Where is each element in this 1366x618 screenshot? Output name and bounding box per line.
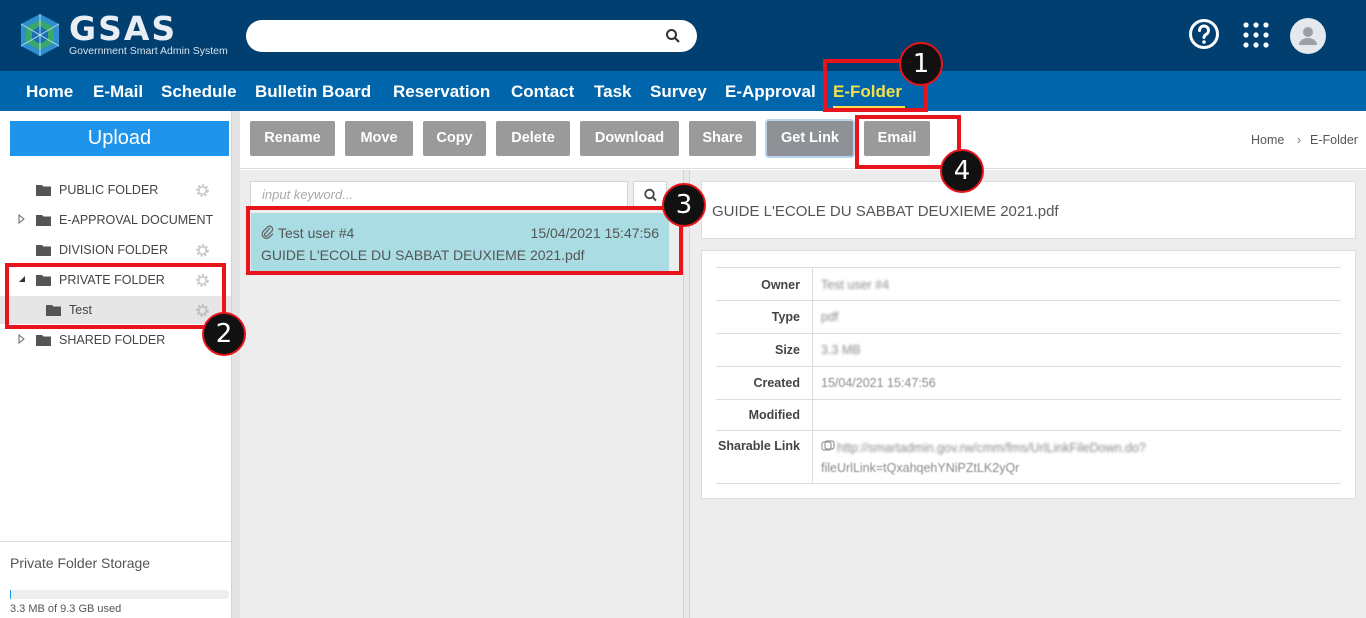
help-icon[interactable] [1188, 18, 1220, 50]
folder-icon [36, 185, 51, 196]
info-label: Type [771, 310, 800, 324]
annotation-badge-4: 4 [940, 149, 984, 193]
get-link-button[interactable]: Get Link [767, 121, 853, 156]
divider [812, 334, 813, 367]
nav-email[interactable]: E-Mail [93, 82, 143, 102]
copy-button[interactable]: Copy [423, 121, 486, 156]
tree-item-e-approval-document[interactable]: E-APPROVAL DOCUMENT [0, 206, 231, 234]
gsas-logo[interactable]: GSAS Government Smart Admin System [17, 12, 228, 58]
info-row-size: Size 3.3 MB [716, 333, 1341, 367]
storage-progress-bar [10, 590, 229, 599]
file-detail-title: GUIDE L'ECOLE DU SABBAT DEUXIEME 2021.pd… [712, 203, 1059, 220]
info-label: Modified [748, 408, 800, 422]
folder-icon [36, 245, 51, 256]
nav-e-approval[interactable]: E-Approval [725, 82, 816, 102]
info-value: Test user #4 [821, 278, 890, 292]
search-icon[interactable] [665, 28, 681, 44]
nav-home[interactable]: Home [26, 82, 73, 102]
folder-icon [36, 215, 51, 226]
info-label: Created [753, 376, 800, 390]
apps-grid-icon[interactable] [1242, 21, 1270, 49]
annotation-box-3 [246, 206, 683, 275]
tree-item-public-folder[interactable]: PUBLIC FOLDER [0, 176, 231, 204]
tree-item-shared-folder[interactable]: SHARED FOLDER [0, 326, 231, 354]
info-value: 15/04/2021 15:47:56 [821, 376, 936, 390]
annotation-box-2 [5, 263, 226, 329]
nav-reservation[interactable]: Reservation [393, 82, 490, 102]
info-row-type: Type pdf [716, 300, 1341, 334]
user-avatar-icon[interactable] [1290, 18, 1326, 54]
tree-item-label: E-APPROVAL DOCUMENT [59, 213, 214, 227]
divider [812, 268, 813, 301]
top-header: GSAS Government Smart Admin System [0, 0, 1366, 71]
person-icon [1299, 27, 1317, 45]
info-label: Owner [761, 278, 800, 292]
nav-schedule[interactable]: Schedule [161, 82, 237, 102]
breadcrumb-separator-icon: › [1297, 133, 1302, 147]
global-search-input[interactable] [246, 20, 697, 52]
storage-used-text: 3.3 MB of 9.3 GB used [10, 603, 122, 615]
settings-gear-icon[interactable] [194, 242, 211, 259]
rename-button[interactable]: Rename [250, 121, 335, 156]
logo-text: GSAS [69, 8, 178, 48]
storage-title: Private Folder Storage [10, 555, 151, 571]
share-button[interactable]: Share [689, 121, 756, 156]
link-icon [821, 440, 835, 451]
annotation-badge-3: 3 [662, 183, 706, 227]
download-button[interactable]: Download [580, 121, 679, 156]
info-value: pdf [821, 310, 839, 324]
expand-arrow-icon[interactable] [18, 334, 26, 344]
breadcrumb-e-folder: E-Folder [1310, 133, 1358, 147]
divider [812, 367, 813, 400]
divider [812, 400, 813, 431]
sharable-link-url[interactable]: http://smartadmin.gov.rw/cmm/fms/UrlLink… [837, 438, 1146, 458]
nav-survey[interactable]: Survey [650, 82, 707, 102]
annotation-badge-2: 2 [202, 312, 246, 356]
divider [716, 483, 1341, 484]
nav-task[interactable]: Task [594, 82, 632, 102]
gsas-logo-icon [20, 14, 60, 56]
file-info-table: Owner Test user #4 Type pdf Size 3.3 MB … [701, 250, 1356, 499]
keyword-search-input[interactable]: input keyword... [250, 181, 628, 208]
info-label: Sharable Link [718, 439, 800, 453]
delete-button[interactable]: Delete [496, 121, 570, 156]
breadcrumb-home[interactable]: Home [1251, 133, 1284, 147]
divider [812, 431, 813, 484]
info-label: Size [774, 343, 800, 357]
sharable-link-param[interactable]: fileUrlLink=tQxahqehYNiPZtLK2yQr [821, 458, 1019, 478]
main-nav: Home E-Mail Schedule Bulletin Board Rese… [0, 71, 1366, 111]
info-row-created: Created 15/04/2021 15:47:56 [716, 366, 1341, 400]
annotation-badge-1: 1 [899, 42, 943, 86]
sidebar-resize-handle[interactable] [231, 111, 240, 618]
info-row-owner: Owner Test user #4 [716, 267, 1341, 301]
tree-item-label: SHARED FOLDER [59, 333, 166, 347]
logo-subtitle: Government Smart Admin System [69, 44, 228, 57]
upload-button[interactable]: Upload [10, 121, 229, 156]
info-row-modified: Modified [716, 399, 1341, 431]
divider [0, 541, 231, 542]
info-value: 3.3 MB [821, 343, 861, 357]
nav-contact[interactable]: Contact [511, 82, 574, 102]
expand-arrow-icon[interactable] [18, 214, 26, 224]
tree-item-label: DIVISION FOLDER [59, 243, 169, 257]
move-button[interactable]: Move [345, 121, 413, 156]
settings-gear-icon[interactable] [194, 182, 211, 199]
file-title-box: GUIDE L'ECOLE DU SABBAT DEUXIEME 2021.pd… [701, 181, 1356, 239]
folder-icon [36, 335, 51, 346]
nav-bulletin-board[interactable]: Bulletin Board [255, 82, 371, 102]
tree-item-division-folder[interactable]: DIVISION FOLDER [0, 236, 231, 264]
info-row-sharable-link: Sharable Link http://smartadmin.gov.rw/c… [716, 430, 1341, 484]
divider [812, 301, 813, 334]
tree-item-label: PUBLIC FOLDER [59, 183, 159, 197]
list-resize-handle[interactable] [683, 170, 690, 618]
